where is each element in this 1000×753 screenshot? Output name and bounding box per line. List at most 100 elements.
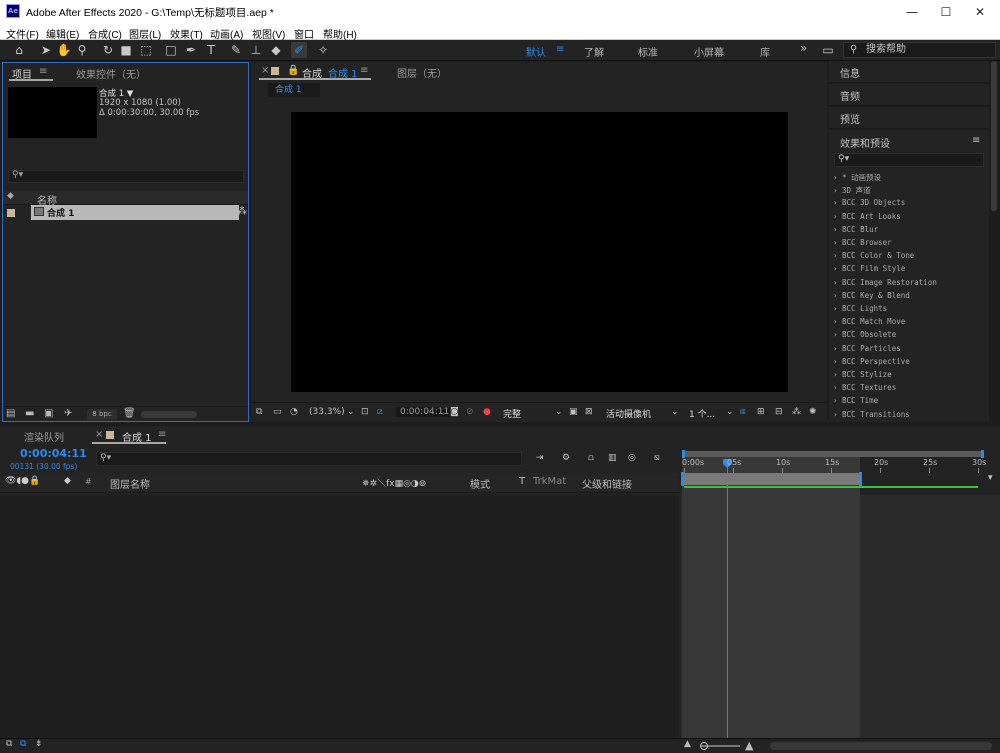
panel-menu-icon[interactable]: ≡ — [972, 135, 980, 146]
effects-category-item[interactable]: › BCC Color & Tone — [833, 251, 914, 260]
sync-settings-icon[interactable]: ▭ — [820, 42, 836, 58]
hand-tool-icon[interactable]: ✋ — [56, 42, 72, 58]
menu-effect[interactable]: 效果(T) — [170, 26, 203, 41]
time-navigator-bar[interactable] — [682, 451, 984, 457]
project-search-input[interactable]: ⚲▾ — [8, 170, 244, 183]
view-layout-select[interactable]: 1 个... — [689, 407, 715, 420]
work-area-bar[interactable] — [682, 473, 861, 485]
time-navigator-end-handle[interactable] — [981, 450, 984, 458]
bit-depth-button[interactable]: 8 bpc — [87, 409, 117, 420]
effects-category-item[interactable]: › BCC Art Looks — [833, 212, 901, 221]
work-area-start-handle[interactable] — [681, 472, 684, 486]
maximize-button[interactable]: ☐ — [930, 2, 962, 22]
comp-mini-flowchart-icon[interactable]: ⇥ — [536, 453, 544, 463]
close-tab-icon[interactable]: × — [95, 429, 103, 440]
tab-layer[interactable]: 图层（无） — [397, 65, 447, 80]
timeline-timecode[interactable]: 0:00:04:11 — [20, 447, 87, 460]
workspace-menu-icon[interactable]: ≡ — [556, 44, 564, 55]
safe-margins-icon[interactable]: ⊡ — [361, 407, 369, 417]
close-tab-icon[interactable]: × — [261, 65, 269, 76]
type-tool-icon[interactable]: T — [203, 42, 219, 58]
work-area-end-handle[interactable] — [859, 472, 863, 486]
home-icon[interactable]: ⌂ — [11, 42, 27, 58]
draft-3d-icon[interactable]: ⚙ — [562, 453, 570, 463]
panel-menu-icon[interactable]: ≡ — [39, 66, 47, 77]
show-snapshot-icon[interactable]: ⊘ — [466, 407, 474, 417]
always-preview-icon[interactable]: ⧉ — [256, 407, 262, 417]
workspace-libraries[interactable]: 库 — [760, 44, 770, 59]
new-composition-icon[interactable]: ▣ — [44, 408, 53, 419]
tab-effect-controls[interactable]: 效果控件（无） — [76, 66, 146, 81]
eraser-tool-icon[interactable]: ◆ — [268, 42, 284, 58]
roto-brush-tool-icon[interactable]: ✐ — [291, 42, 307, 58]
panel-menu-icon[interactable]: ≡ — [158, 429, 166, 440]
column-layer-name[interactable]: 图层名称 — [110, 476, 150, 491]
clone-stamp-tool-icon[interactable]: ⊥ — [248, 42, 264, 58]
workspace-small-screen[interactable]: 小屏幕 — [694, 44, 724, 59]
zoom-out-icon[interactable]: ▲ — [684, 739, 691, 749]
work-area-region[interactable] — [682, 457, 861, 738]
rotate-tool-icon[interactable]: ↻ — [100, 42, 116, 58]
effects-category-item[interactable]: › BCC Blur — [833, 225, 878, 234]
label-tag-icon[interactable]: ◆ — [7, 191, 14, 201]
effects-category-item[interactable]: › BCC Obsolete — [833, 330, 896, 339]
effects-category-item[interactable]: › BCC Particles — [833, 344, 901, 353]
reset-exposure-icon[interactable]: ✺ — [809, 407, 817, 417]
interpret-footage-icon[interactable]: ▤ — [6, 408, 15, 419]
effects-category-item[interactable]: › BCC Match Move — [833, 317, 905, 326]
graph-editor-icon[interactable]: ⧅ — [654, 453, 660, 463]
effects-category-item[interactable]: › BCC Film Style — [833, 264, 905, 273]
label-tag-icon[interactable]: ◆ — [64, 476, 71, 486]
zoom-tool-icon[interactable]: ⚲ — [74, 42, 90, 58]
effects-category-item[interactable]: › 3D 声道 — [833, 185, 871, 196]
workspace-standard[interactable]: 标准 — [638, 44, 658, 59]
av-switches-icon[interactable]: 👁◖●🔒 — [5, 476, 40, 486]
zoom-in-icon[interactable]: ▲ — [745, 739, 753, 752]
info-panel-header[interactable]: 信息 — [829, 61, 989, 83]
timeline-zoom-thumb[interactable] — [700, 742, 708, 750]
vr-mask-icon[interactable]: ◔ — [290, 407, 298, 417]
close-button[interactable]: ✕ — [964, 2, 996, 22]
workspace-learn[interactable]: 了解 — [584, 44, 604, 59]
search-help-input[interactable]: ⚲ 搜索帮助 — [843, 42, 996, 58]
chevron-down-icon[interactable]: ⌄ — [726, 407, 734, 417]
frame-blending-icon[interactable]: ▥ — [608, 453, 617, 463]
effects-category-item[interactable]: › BCC Time — [833, 396, 878, 405]
fast-previews-icon[interactable]: ⊞ — [757, 407, 765, 417]
menu-layer[interactable]: 图层(L) — [129, 26, 161, 41]
effects-category-item[interactable]: › BCC Browser — [833, 238, 892, 247]
preview-panel-header[interactable]: 预览 — [829, 107, 989, 129]
thumbnail-scroll-slider[interactable] — [141, 411, 197, 418]
column-parent[interactable]: 父级和链接 — [582, 476, 632, 491]
time-navigator-start-handle[interactable] — [682, 450, 685, 458]
current-time-field[interactable]: 0:00:04:11 — [396, 407, 454, 417]
render-time-icon[interactable]: ⧉ — [6, 739, 12, 749]
effects-category-item[interactable]: › BCC Key & Blend — [833, 291, 910, 300]
menu-help[interactable]: 帮助(H) — [323, 26, 357, 41]
selection-tool-icon[interactable]: ➤ — [38, 42, 54, 58]
menu-composition[interactable]: 合成(C) — [88, 26, 122, 41]
puppet-pin-tool-icon[interactable]: ✧ — [315, 42, 331, 58]
chevron-down-icon[interactable]: ⌄ — [555, 407, 563, 417]
rectangle-tool-icon[interactable]: □ — [163, 42, 179, 58]
effects-category-item[interactable]: › BCC 3D Objects — [833, 198, 905, 207]
comp-button-icon[interactable]: ▾ — [988, 473, 993, 483]
label-color-swatch[interactable] — [7, 209, 15, 217]
menu-edit[interactable]: 编辑(E) — [46, 26, 79, 41]
menu-animation[interactable]: 动画(A) — [210, 26, 243, 41]
zoom-level[interactable]: (33.3%) — [309, 407, 345, 417]
effects-category-item[interactable]: › BCC Image Restoration — [833, 278, 937, 287]
color-channels-icon[interactable]: ● — [483, 407, 491, 417]
timeline-scrollbar[interactable] — [770, 742, 992, 750]
camera-select[interactable]: 活动摄像机 — [606, 407, 651, 420]
snapshot-icon[interactable]: ◙ — [450, 407, 459, 417]
project-item-row[interactable]: 合成 1 — [31, 205, 239, 220]
effects-category-item[interactable]: › BCC Transitions — [833, 410, 910, 419]
comp-breadcrumb[interactable]: 合成 1 — [268, 83, 320, 97]
preview-mode-icon[interactable]: ▭ — [273, 407, 282, 417]
tab-render-queue[interactable]: 渲染队列 — [24, 429, 64, 444]
column-t[interactable]: T — [519, 476, 525, 487]
brush-tool-icon[interactable]: ✎ — [228, 42, 244, 58]
resolution-select[interactable]: 完整 — [503, 407, 521, 420]
menu-file[interactable]: 文件(F) — [6, 26, 39, 41]
